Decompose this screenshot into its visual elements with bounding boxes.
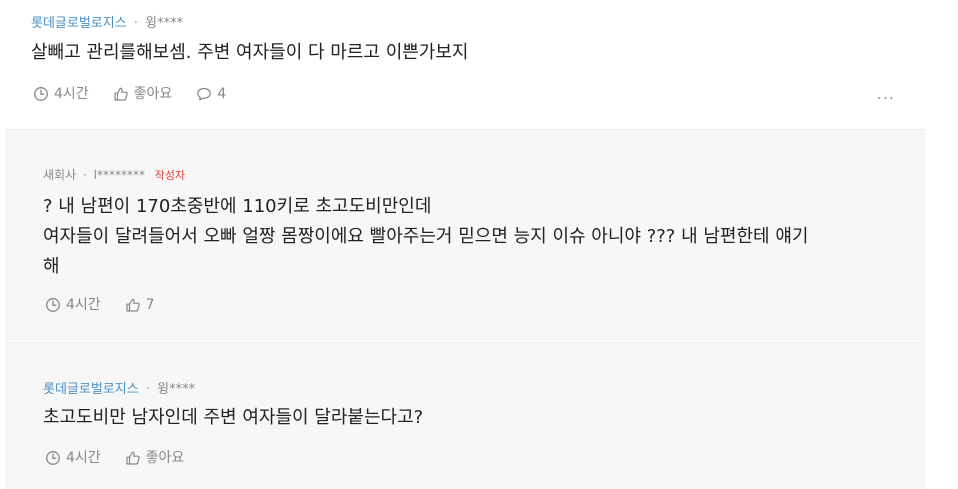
comment-line: 해 bbox=[43, 256, 60, 277]
company-name[interactable]: 새회사 bbox=[43, 168, 76, 182]
user-name: l******** bbox=[93, 168, 145, 182]
comment-line: ? 내 남편이 170초중반에 110키로 초고도비만인데 bbox=[43, 196, 432, 217]
comment-actions: 4시간 좋아요 4 bbox=[33, 86, 250, 102]
clock-icon bbox=[46, 298, 60, 312]
like-count: 7 bbox=[145, 297, 155, 313]
thumbs-up-icon bbox=[114, 87, 128, 101]
comment-line: 살빼고 관리를해보셈. 주변 여자들이 다 마르고 이쁜가보지 bbox=[31, 42, 469, 63]
time-stamp: 4시간 bbox=[33, 86, 89, 102]
time-stamp: 4시간 bbox=[45, 297, 101, 313]
author-badge: 작성자 bbox=[154, 169, 186, 182]
like-button[interactable]: 7 bbox=[125, 297, 155, 313]
thumbs-up-icon bbox=[126, 298, 140, 312]
time-label: 4시간 bbox=[66, 450, 101, 466]
speech-bubble-icon bbox=[197, 87, 212, 101]
comment-body: 살빼고 관리를해보셈. 주변 여자들이 다 마르고 이쁜가보지 bbox=[31, 38, 891, 68]
comment-actions: 4시간 7 bbox=[45, 297, 179, 313]
user-name: 윙**** bbox=[157, 382, 196, 397]
clock-icon bbox=[46, 451, 60, 465]
comment-thread: 롯데글로벌로지스 · 윙**** 살빼고 관리를해보셈. 주변 여자들이 다 마… bbox=[0, 0, 958, 489]
reply-count: 4 bbox=[217, 86, 227, 102]
comment-meta: 새회사 · l******** 작성자 bbox=[43, 166, 185, 183]
comment-reply: 롯데글로벌로지스 · 윙**** 초고도비만 남자인데 주변 여자들이 달라붙는… bbox=[5, 342, 925, 489]
meta-separator: · bbox=[133, 16, 138, 31]
reply-button[interactable]: 4 bbox=[196, 86, 226, 102]
time-stamp: 4시간 bbox=[45, 450, 101, 466]
like-button[interactable]: 좋아요 bbox=[113, 86, 173, 102]
thumbs-up-icon bbox=[126, 451, 140, 465]
meta-separator: · bbox=[145, 382, 150, 397]
comment-reply: 새회사 · l******** 작성자 ? 내 남편이 170초중반에 110키… bbox=[5, 129, 925, 341]
comment-main: 롯데글로벌로지스 · 윙**** 살빼고 관리를해보셈. 주변 여자들이 다 마… bbox=[0, 0, 925, 128]
like-label: 좋아요 bbox=[145, 450, 185, 466]
meta-separator: · bbox=[82, 168, 87, 182]
company-name[interactable]: 롯데글로벌로지스 bbox=[31, 16, 127, 31]
time-label: 4시간 bbox=[54, 86, 89, 102]
comment-line: 여자들이 달려들어서 오빠 얼짱 몸짱이에요 빨아주는거 믿으면 능지 이슈 아… bbox=[43, 226, 809, 247]
like-label: 좋아요 bbox=[133, 86, 173, 102]
comment-line: 초고도비만 남자인데 주변 여자들이 달라붙는다고? bbox=[43, 407, 424, 428]
comment-actions: 4시간 좋아요 bbox=[45, 450, 208, 466]
like-button[interactable]: 좋아요 bbox=[125, 450, 185, 466]
more-dots-icon[interactable]: ... bbox=[877, 86, 895, 102]
time-label: 4시간 bbox=[66, 297, 101, 313]
comment-meta: 롯데글로벌로지스 · 윙**** bbox=[31, 12, 183, 31]
comment-body: ? 내 남편이 170초중반에 110키로 초고도비만인데 여자들이 달려들어서… bbox=[43, 192, 903, 282]
comment-body: 초고도비만 남자인데 주변 여자들이 달라붙는다고? bbox=[43, 403, 903, 433]
user-name: 윙**** bbox=[145, 16, 184, 31]
comment-meta: 롯데글로벌로지스 · 윙**** bbox=[43, 378, 195, 397]
clock-icon bbox=[34, 87, 48, 101]
company-name[interactable]: 롯데글로벌로지스 bbox=[43, 382, 139, 397]
